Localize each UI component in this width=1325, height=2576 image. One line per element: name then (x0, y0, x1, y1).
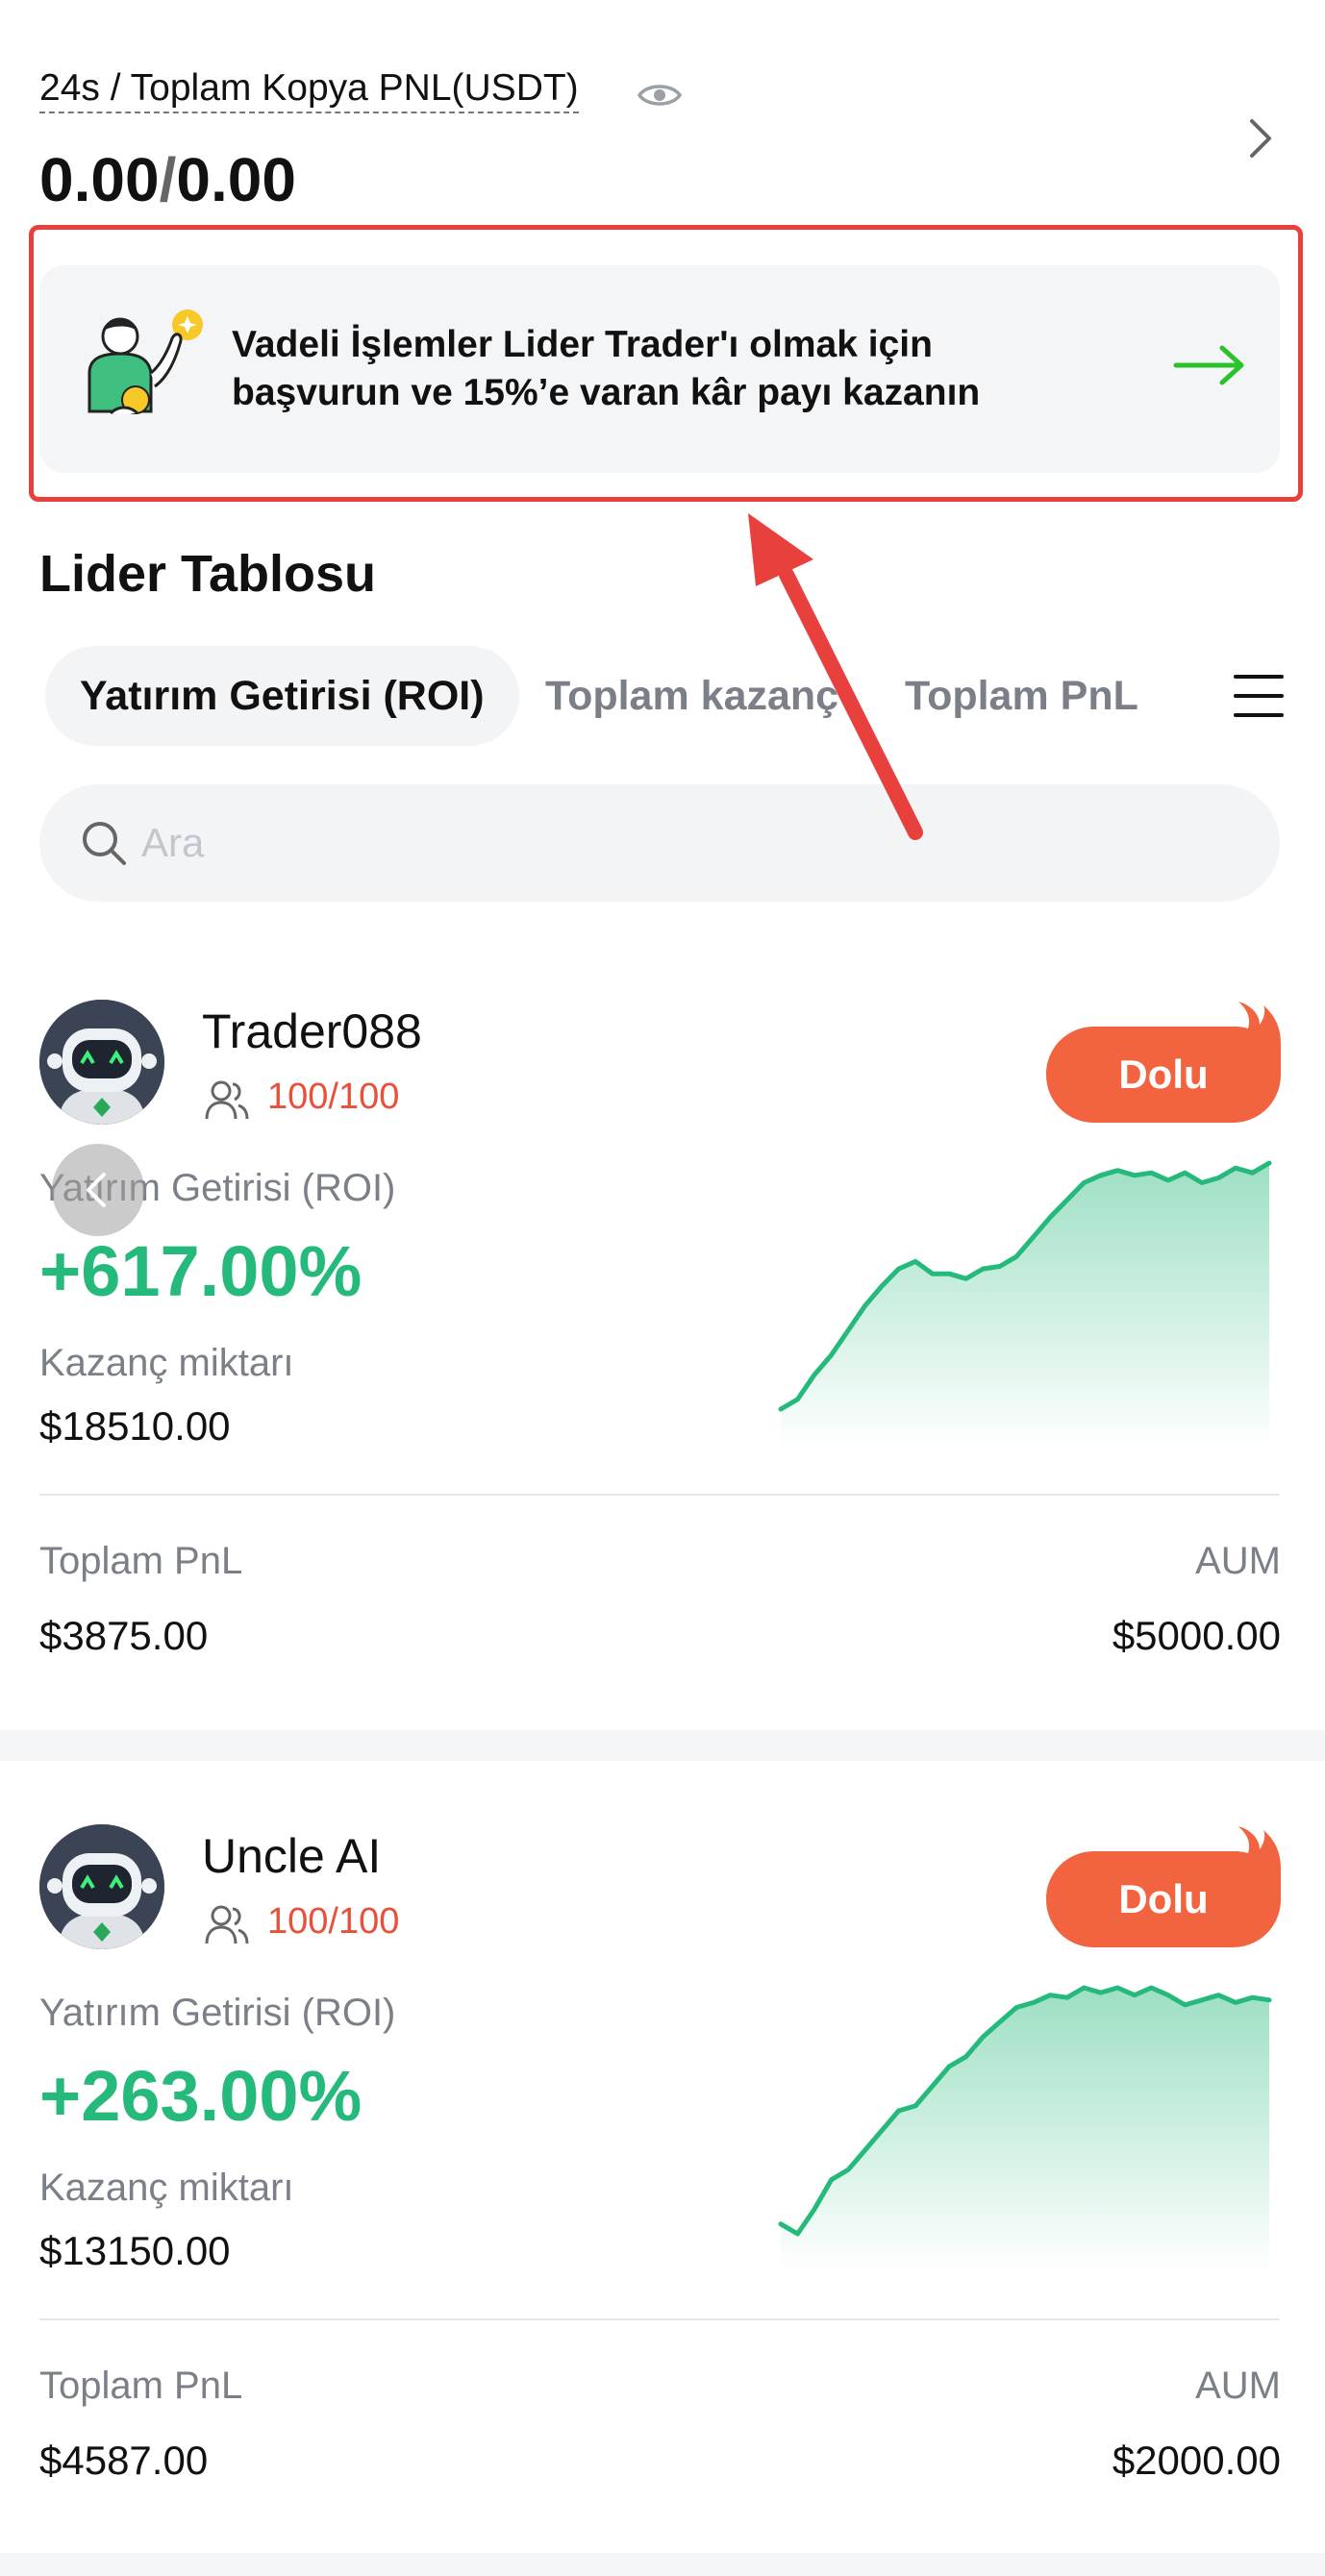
earnings-label: Kazanç miktarı (39, 1342, 294, 1384)
eye-icon[interactable] (638, 81, 682, 110)
full-status-label: Dolu (1118, 1052, 1209, 1097)
chevron-right-icon[interactable] (1247, 117, 1274, 160)
full-status-badge[interactable]: Dolu (1046, 1826, 1281, 1947)
full-status-badge[interactable]: Dolu (1046, 1002, 1281, 1123)
roi-value: +617.00% (39, 1231, 362, 1311)
users-icon (205, 1080, 249, 1120)
leaderboard-tabs: Yatırım Getirisi (ROI) Toplam kazanç Top… (39, 646, 1286, 746)
roi-sparkline (778, 1985, 1272, 2272)
menu-icon[interactable] (1232, 669, 1286, 723)
total-pnl-value: $4587.00 (39, 2438, 209, 2483)
tab-roi[interactable]: Yatırım Getirisi (ROI) (45, 646, 519, 746)
search-input[interactable] (141, 784, 1199, 902)
total-pnl-label: Toplam PnL (39, 2365, 243, 2407)
trader-name[interactable]: Trader088 (202, 1003, 422, 1059)
prev-button[interactable] (52, 1144, 144, 1236)
roi-label: Yatırım Getirisi (ROI) (39, 1992, 396, 2034)
copy-pnl-label[interactable]: 24s / Toplam Kopya PNL(USDT) (39, 67, 579, 113)
sparkline-area (781, 1163, 1269, 1448)
promo-highlight-frame (29, 225, 1303, 502)
tab-total-earnings[interactable]: Toplam kazanç (545, 646, 866, 746)
pnl-separator: / (159, 145, 177, 214)
sparkline-area (781, 1988, 1269, 2272)
trader-name[interactable]: Uncle AI (202, 1828, 381, 1884)
card-divider (39, 1494, 1280, 1496)
avatar (39, 1000, 164, 1125)
search-icon (83, 822, 126, 865)
full-status-label: Dolu (1118, 1876, 1209, 1921)
tab-total-pnl[interactable]: Toplam PnL (905, 646, 1138, 746)
leaderboard-title: Lider Tablosu (39, 545, 377, 603)
aum-value: $2000.00 (1112, 2438, 1281, 2483)
aum-label: AUM (1195, 1540, 1281, 1582)
aum-value: $5000.00 (1112, 1613, 1281, 1658)
users-icon (205, 1905, 249, 1944)
earnings-label: Kazanç miktarı (39, 2167, 294, 2209)
avatar (39, 1824, 164, 1949)
trader-card[interactable]: Uncle AI 100/100 Dolu Yatırım Getirisi (… (0, 1767, 1325, 2555)
roi-sparkline (778, 1160, 1272, 1448)
pnl-total-value: 0.00 (176, 145, 296, 214)
copier-count: 100/100 (267, 1077, 400, 1117)
aum-label: AUM (1195, 2365, 1281, 2407)
card-divider (39, 2318, 1280, 2320)
card-separator (0, 1730, 1325, 1761)
roi-value: +263.00% (39, 2056, 362, 2136)
copier-count: 100/100 (267, 1901, 400, 1942)
earnings-value: $13150.00 (39, 2228, 231, 2273)
total-pnl-value: $3875.00 (39, 1613, 209, 1658)
card-separator (0, 2553, 1325, 2576)
trader-card[interactable]: Trader088 100/100 Dolu Yatırım Getirisi … (0, 942, 1325, 1730)
copy-pnl-summary[interactable]: 24s / Toplam Kopya PNL(USDT) 0.00/0.00 (39, 67, 1286, 221)
copy-pnl-values: 0.00/0.00 (39, 144, 296, 215)
search-bar[interactable] (39, 784, 1280, 902)
earnings-value: $18510.00 (39, 1403, 231, 1449)
total-pnl-label: Toplam PnL (39, 1540, 243, 1582)
chevron-left-icon (87, 1173, 106, 1207)
pnl-24h-value: 0.00 (39, 145, 160, 214)
